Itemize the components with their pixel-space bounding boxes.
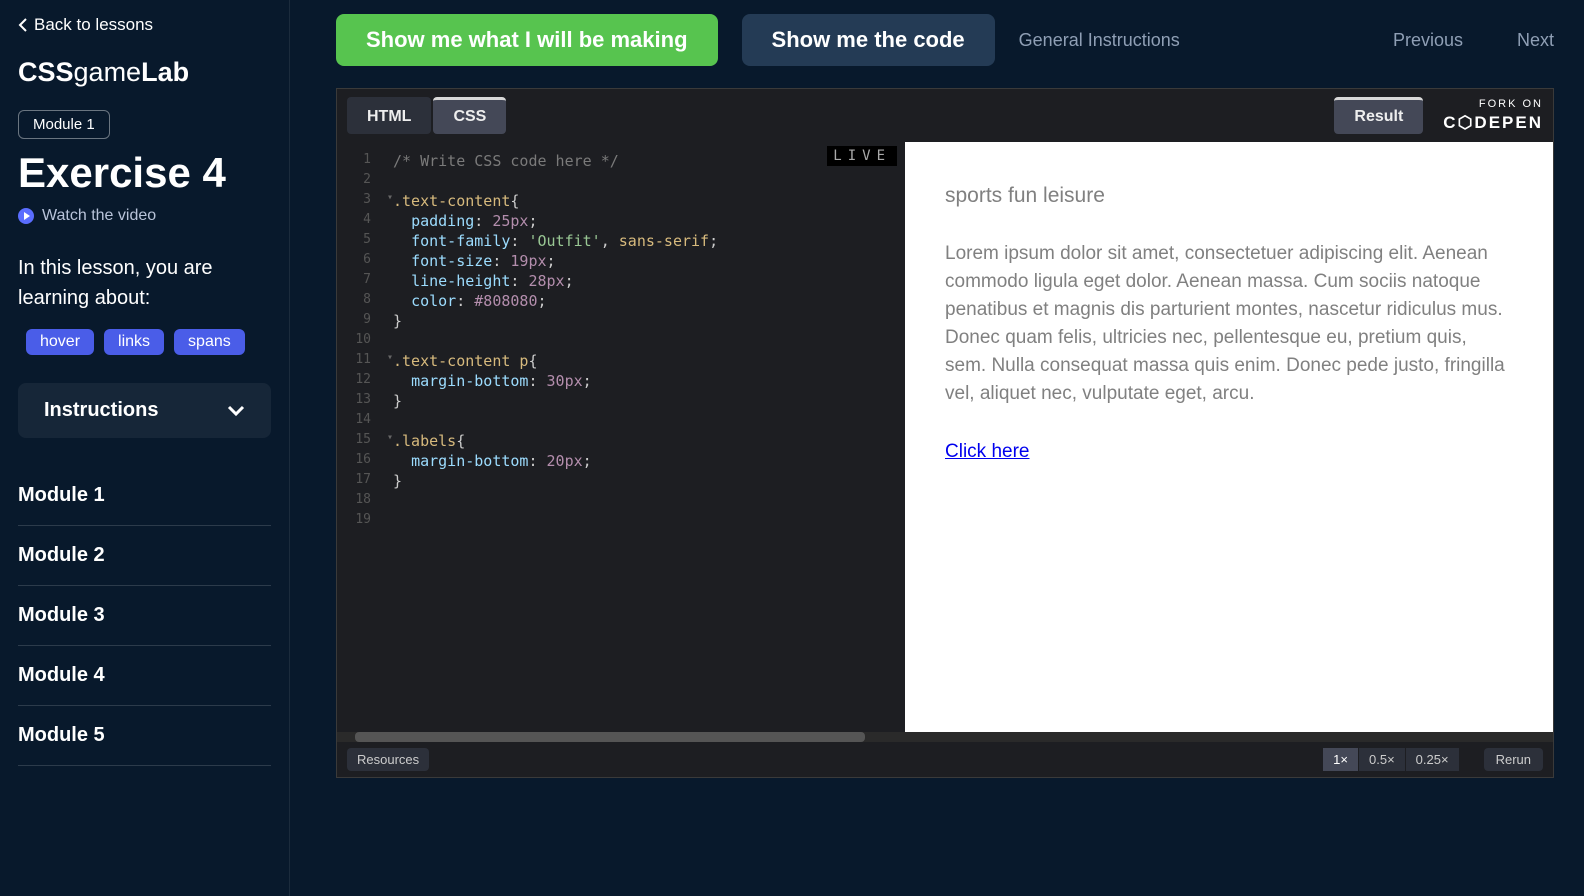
result-preview: sports fun leisure Lorem ipsum dolor sit… — [905, 142, 1553, 732]
next-link[interactable]: Next — [1517, 30, 1554, 51]
back-label: Back to lessons — [34, 15, 153, 35]
tag-spans: spans — [174, 329, 245, 355]
resources-button[interactable]: Resources — [347, 748, 429, 771]
tag-links: links — [104, 329, 164, 355]
module-5-link[interactable]: Module 5 — [18, 706, 271, 766]
scrollbar-thumb[interactable] — [355, 732, 865, 742]
module-2-link[interactable]: Module 2 — [18, 526, 271, 586]
module-4-link[interactable]: Module 4 — [18, 646, 271, 706]
fork-on-codepen[interactable]: FORK ON C⬡DEPEN — [1443, 97, 1543, 133]
lesson-intro: In this lesson, you are learning about: — [18, 253, 271, 313]
instructions-label: Instructions — [44, 399, 158, 422]
watch-video-link[interactable]: Watch the video — [18, 207, 271, 225]
live-badge: LIVE — [827, 146, 897, 166]
tab-result[interactable]: Result — [1334, 97, 1423, 134]
zoom-1x[interactable]: 1× — [1323, 748, 1359, 771]
horizontal-scrollbar[interactable] — [337, 732, 1553, 742]
zoom-0-5x[interactable]: 0.5× — [1359, 748, 1406, 771]
back-to-lessons-link[interactable]: Back to lessons — [18, 15, 271, 35]
rerun-button[interactable]: Rerun — [1484, 748, 1543, 771]
chevron-down-icon — [227, 405, 245, 417]
module-list: Module 1 Module 2 Module 3 Module 4 Modu… — [18, 466, 271, 766]
show-code-button[interactable]: Show me the code — [742, 14, 995, 66]
exercise-title: Exercise 4 — [18, 149, 271, 197]
instructions-toggle[interactable]: Instructions — [18, 383, 271, 438]
previous-link[interactable]: Previous — [1393, 30, 1463, 51]
tag-list: hover links spans — [18, 329, 271, 355]
codepen-embed: HTML CSS Result FORK ON C⬡DEPEN LIVE 1 /… — [336, 88, 1554, 778]
tab-html[interactable]: HTML — [347, 97, 431, 134]
watch-video-label: Watch the video — [42, 207, 156, 225]
module-3-link[interactable]: Module 3 — [18, 586, 271, 646]
chevron-left-icon — [18, 18, 28, 32]
module-badge: Module 1 — [18, 110, 110, 139]
code-editor[interactable]: LIVE 1 /* Write CSS code here */ 2 3▾.te… — [337, 142, 905, 732]
play-icon — [18, 208, 34, 224]
result-labels: sports fun leisure — [945, 182, 1513, 210]
zoom-0-25x[interactable]: 0.25× — [1406, 748, 1460, 771]
logo: CSSgameLab — [18, 57, 271, 88]
module-1-link[interactable]: Module 1 — [18, 466, 271, 526]
general-instructions-link[interactable]: General Instructions — [1019, 30, 1180, 51]
tab-css[interactable]: CSS — [433, 97, 506, 134]
result-click-here-link[interactable]: Click here — [945, 441, 1029, 462]
show-making-button[interactable]: Show me what I will be making — [336, 14, 718, 66]
tag-hover: hover — [26, 329, 94, 355]
result-paragraph: Lorem ipsum dolor sit amet, consectetuer… — [945, 240, 1513, 408]
